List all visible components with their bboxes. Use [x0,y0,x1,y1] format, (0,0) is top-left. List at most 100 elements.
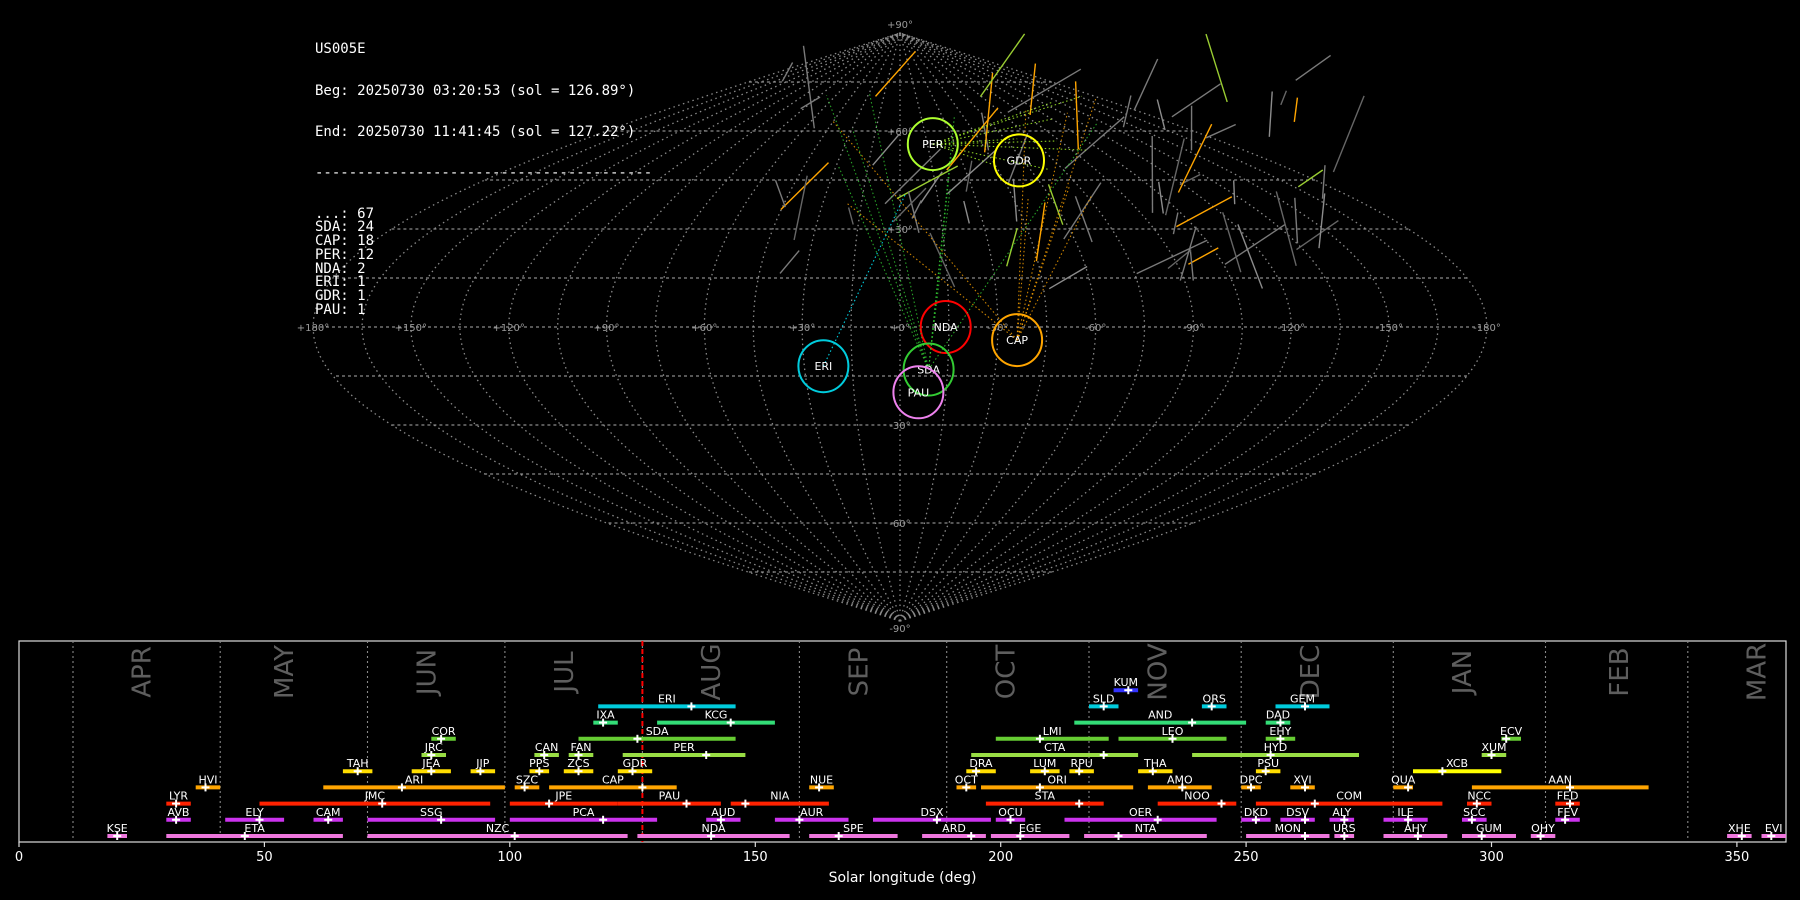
shower-counts: ...: 67 SDA: 24 CAP: 18 PER: 12 NDA: 2 ERI: 1… [315,207,652,317]
shower-label: AUD [711,806,735,819]
shower-label: AUR [800,806,824,819]
month-label: MAR [1743,643,1773,701]
shower-avb: AVB [166,806,191,824]
shower-label: DKD [1244,806,1268,819]
shower-label: CAP [602,773,624,786]
shower-label: GUM [1476,822,1502,835]
x-tick-label: 100 [497,850,522,865]
station-id: US005E [315,41,366,58]
shower-fev: FEV [1555,806,1580,824]
shower-label: NDA [701,822,726,835]
x-tick-label: 50 [256,850,273,865]
shower-label: QUA [1391,773,1416,786]
shower-label: DAD [1266,709,1290,722]
shower-label: MON [1275,822,1301,835]
shower-label: SLD [1093,692,1115,705]
shower-label: ETA [244,822,265,835]
shower-label: JRC [424,741,443,754]
x-tick-label: 0 [15,850,23,865]
info-panel: US005E Beg: 20250730 03:20:53 (sol = 126… [315,16,653,317]
shower-label: STA [1035,790,1056,803]
shower-label: JIP [475,757,489,770]
end-time: End: 20250730 11:41:45 (sol = 127.22°) [315,123,636,140]
shower-label: CAM [316,806,341,819]
shower-label: AAN [1548,773,1572,786]
shower-label: JPE [554,790,572,803]
x-tick-label: 350 [1724,850,1749,865]
shower-label: LUM [1033,757,1056,770]
shower-label: NIA [770,790,789,803]
shower-label: PSU [1257,757,1279,770]
shower-label: NUE [810,773,833,786]
shower-label: XVI [1293,773,1311,786]
month-label: OCT [992,645,1022,700]
shower-label: EGE [1019,822,1041,835]
shower-label: PAU [659,790,681,803]
shower-dkd: DKD [1241,806,1271,824]
solar-longitude-timeline: APR MAY JUN JUL AUG SEP OCT NOV DEC JAN FEB MAR KUM E… [15,640,1787,886]
separator: ---------------------------------------- [315,164,653,181]
shower-label: NTA [1135,822,1157,835]
shower-label: NOO [1184,790,1210,803]
shower-szc: SZC [514,773,540,792]
shower-label: ORS [1203,692,1226,705]
shower-oct: OCT [955,773,978,792]
month-label: FEB [1605,647,1635,696]
x-tick-label: 150 [743,850,768,865]
shower-label: KUM [1114,676,1138,689]
shower-label: RPU [1071,757,1093,770]
shower-label: GDR [623,757,648,770]
shower-label: FED [1557,790,1579,803]
shower-label: GEM [1290,692,1315,705]
shower-label: XCB [1446,757,1468,770]
x-axis-label: Solar longitude (deg) [829,870,977,886]
shower-label: LYR [169,790,188,803]
shower-label: ECV [1500,725,1523,738]
count-pau: PAU: 1 [315,301,366,318]
shower-xhe: XHE [1727,822,1752,840]
shower-label: CTA [1044,741,1066,754]
month-label: MAY [270,645,300,699]
shower-zcs: ZCS [563,757,594,776]
shower-label: AMO [1167,773,1193,786]
month-label: DEC [1296,645,1326,700]
shower-label: KSE [107,822,128,835]
month-label: APR [128,646,158,698]
shower-label: IXA [596,709,615,722]
shower-label: AND [1148,709,1172,722]
shower-cam: CAM [313,806,343,824]
shower-tah: TAH [342,757,373,776]
shower-label: ILE [1397,806,1413,819]
month-label: JUN [412,649,442,697]
shower-label: SCC [1463,806,1486,819]
month-label: SEP [844,648,874,697]
shower-label: EVI [1765,822,1783,835]
shower-label: OCU [998,806,1022,819]
shower-label: PCA [573,806,595,819]
shower-label: DSX [921,806,944,819]
month-label: AUG [697,644,727,701]
shower-label: DSV [1286,806,1309,819]
shower-label: SPE [843,822,864,835]
shower-ors: ORS [1201,692,1227,711]
shower-label: HYD [1264,741,1287,754]
begin-time: Beg: 20250730 03:20:53 (sol = 126.89°) [315,82,636,99]
shower-hvi: HVI [195,773,221,792]
shower-ohy: OHY [1530,822,1556,840]
shower-label: PPS [529,757,549,770]
shower-label: LEO [1162,725,1184,738]
shower-label: NCC [1467,790,1491,803]
shower-xum: XUM [1481,741,1507,759]
shower-label: OER [1129,806,1153,819]
shower-label: PER [673,741,695,754]
shower-label: ARD [942,822,966,835]
shower-label: KCG [705,709,728,722]
month-label: NOV [1144,643,1174,700]
shower-label: ERI [658,692,676,705]
shower-rpu: RPU [1069,757,1094,776]
shower-label: FAN [570,741,591,754]
shower-label: ARI [405,773,423,786]
shower-label: HVI [198,773,217,786]
shower-label: OCT [955,773,978,786]
shower-label: SSG [420,806,443,819]
